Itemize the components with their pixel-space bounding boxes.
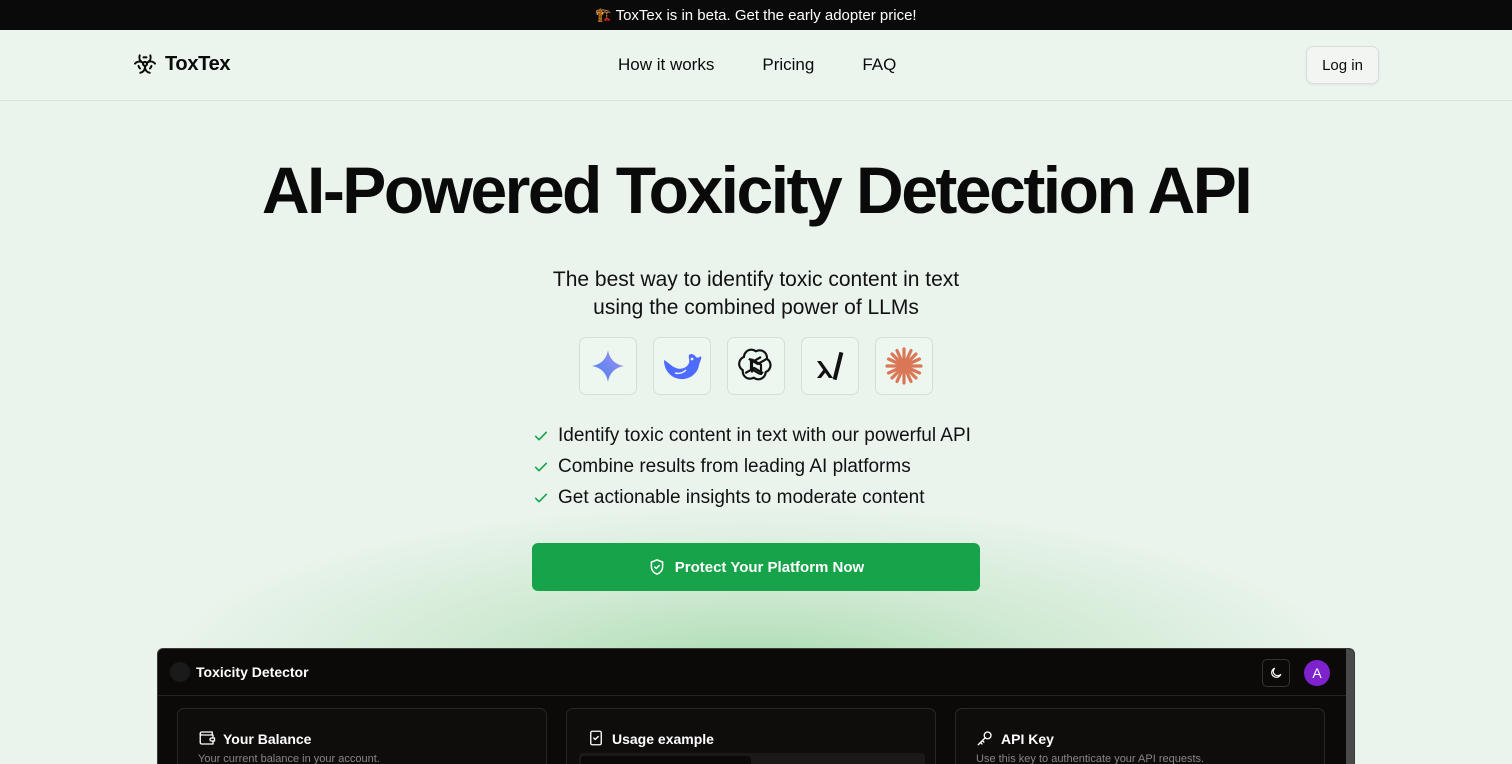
balance-card: Your Balance Your current balance in you… (177, 708, 547, 764)
feature-text: Combine results from leading AI platform… (558, 455, 911, 477)
subtitle-line-2: using the combined power of LLMs (593, 296, 919, 319)
check-icon (534, 462, 548, 471)
app-title: Toxicity Detector (196, 664, 309, 680)
provider-logos (579, 337, 933, 395)
active-tab[interactable] (581, 756, 751, 764)
feature-text: Identify toxic content in text with our … (558, 424, 971, 446)
wallet-icon (199, 731, 216, 745)
nav-link-how-it-works[interactable]: How it works (618, 55, 714, 75)
provider-gemini (579, 337, 637, 395)
deepseek-icon (664, 353, 702, 380)
user-avatar[interactable]: A (1304, 660, 1330, 686)
api-key-card: API Key Use this key to authenticate you… (955, 708, 1325, 764)
shield-check-icon (650, 559, 664, 575)
protect-platform-button[interactable]: Protect Your Platform Now (532, 543, 980, 591)
brand-name: ToxTex (165, 52, 231, 75)
openai-icon (738, 348, 772, 381)
nav-link-pricing[interactable]: Pricing (762, 55, 814, 75)
nav-link-faq[interactable]: FAQ (862, 55, 896, 75)
theme-toggle-button[interactable] (1262, 659, 1290, 687)
construction-icon: 🏗️ (595, 7, 612, 22)
subtitle-line-1: The best way to identify toxic content i… (552, 268, 960, 291)
card-description: Use this key to authenticate your API re… (976, 753, 1205, 764)
scrollbar[interactable] (1346, 649, 1354, 764)
nav-links: How it works Pricing FAQ (618, 55, 896, 75)
check-icon (534, 431, 548, 440)
xai-icon (817, 351, 844, 381)
app-preview: Toxicity Detector A Your Balance Your cu… (157, 648, 1355, 764)
gemini-icon (592, 350, 624, 382)
card-description: Your current balance in your account. (198, 753, 380, 764)
moon-icon (1271, 667, 1282, 678)
key-icon (977, 731, 992, 746)
provider-anthropic (875, 337, 933, 395)
hero-subtitle: The best way to identify toxic content i… (506, 266, 1006, 322)
feature-item: Identify toxic content in text with our … (533, 420, 971, 451)
provider-openai (727, 337, 785, 395)
biohazard-icon (134, 54, 156, 74)
banner-text: ToxTex is in beta. Get the early adopter… (615, 6, 917, 24)
cta-label: Protect Your Platform Now (674, 558, 865, 576)
announcement-banner[interactable]: 🏗️ ToxTex is in beta. Get the early adop… (0, 0, 1512, 30)
card-title: Your Balance (223, 731, 312, 747)
login-button[interactable]: Log in (1306, 46, 1379, 84)
feature-item: Combine results from leading AI platform… (533, 451, 971, 482)
clipboard-check-icon (590, 730, 602, 746)
card-title: API Key (1001, 731, 1054, 747)
brand-logo[interactable]: ToxTex (133, 52, 231, 76)
provider-deepseek (653, 337, 711, 395)
usage-example-card: Usage example (566, 708, 936, 764)
provider-xai (801, 337, 859, 395)
anthropic-icon (885, 347, 923, 385)
card-title: Usage example (612, 731, 714, 747)
top-nav: ToxTex How it works Pricing FAQ Log in (0, 30, 1512, 101)
app-shield-icon (170, 662, 190, 682)
hero-title: AI-Powered Toxicity Detection API (261, 153, 1253, 227)
app-header: Toxicity Detector A (158, 649, 1346, 696)
code-tabs (579, 753, 925, 764)
